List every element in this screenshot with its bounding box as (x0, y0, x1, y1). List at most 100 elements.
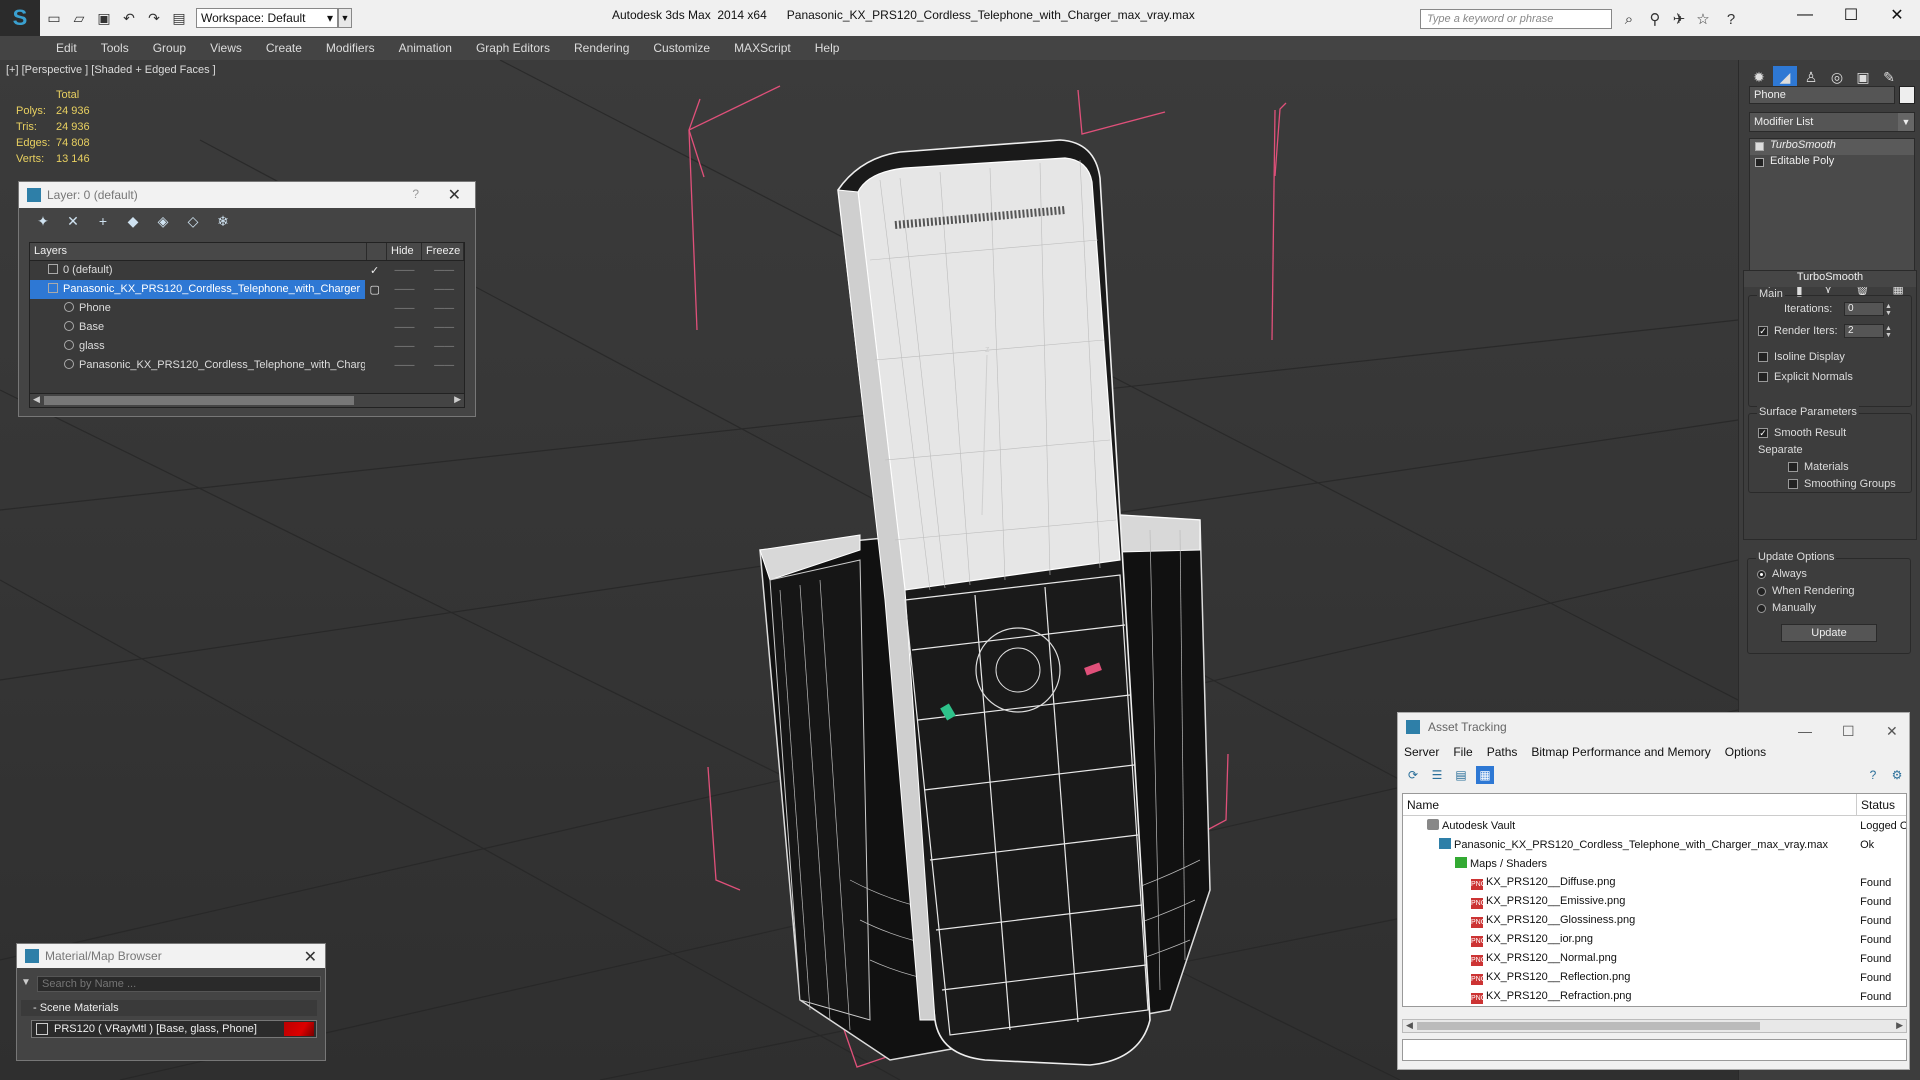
menu-maxscript[interactable]: MAXScript (734, 41, 791, 55)
asset-row[interactable]: PNGKX_PRS120__Diffuse.png Found (1403, 873, 1906, 892)
current-layer-checkbox[interactable]: ▢ (365, 283, 385, 296)
table-view-icon[interactable]: ▦ (1476, 766, 1494, 784)
close-icon[interactable]: ✕ (1874, 0, 1920, 30)
asset-tracking-titlebar[interactable]: Asset Tracking — ☐ ✕ (1398, 713, 1909, 741)
always-row[interactable]: Always (1757, 568, 1807, 580)
manually-row[interactable]: Manually (1757, 602, 1816, 614)
menu-file[interactable]: File (1453, 745, 1472, 759)
asset-row[interactable]: Panasonic_KX_PRS120_Cordless_Telephone_w… (1403, 835, 1906, 854)
current-layer-checkmark[interactable]: ✓ (365, 264, 385, 277)
undo-icon[interactable]: ↶ (118, 7, 140, 29)
scroll-left-icon[interactable]: ◀ (33, 394, 40, 405)
highlight-layer-icon[interactable]: ◈ (151, 211, 175, 231)
scene-materials-group[interactable]: - Scene Materials (21, 1000, 317, 1016)
spinner-arrows-icon[interactable]: ▲ ▼ (1885, 325, 1893, 339)
layer-object-row[interactable]: Phone —— —— (30, 299, 464, 318)
menu-views[interactable]: Views (210, 41, 242, 55)
layer-object-row[interactable]: Panasonic_KX_PRS120_Cordless_Telephone_w… (30, 356, 464, 375)
col-hide[interactable]: Hide (387, 243, 422, 260)
modify-tab-icon[interactable]: ◢ (1773, 66, 1797, 88)
object-color-swatch[interactable] (1899, 86, 1915, 104)
stack-item-turbosmooth[interactable]: TurboSmooth (1750, 139, 1914, 155)
help-icon[interactable]: ? (412, 187, 419, 201)
workspace-menu-icon[interactable]: ▼ (338, 8, 352, 28)
scrollbar-thumb[interactable] (1417, 1022, 1760, 1030)
smooth-result-checkbox[interactable]: ✓ (1758, 428, 1768, 438)
object-name-field[interactable]: Phone (1749, 86, 1895, 104)
smooth-result-row[interactable]: ✓ Smooth Result (1758, 427, 1846, 439)
when-rendering-row[interactable]: When Rendering (1757, 585, 1855, 597)
project-folder-icon[interactable]: ▤ (168, 7, 190, 29)
hide-all-layers-icon[interactable]: ◇ (181, 211, 205, 231)
settings-icon[interactable]: ⚙ (1888, 766, 1906, 784)
layer-object-row[interactable]: glass —— —— (30, 337, 464, 356)
new-file-icon[interactable]: ▭ (43, 7, 65, 29)
menu-options[interactable]: Options (1725, 745, 1766, 759)
viewport-label[interactable]: [+] [Perspective ] [Shaded + Edged Faces… (6, 64, 216, 76)
hide-toggle[interactable]: —— (385, 322, 425, 333)
menu-bitmap-performance[interactable]: Bitmap Performance and Memory (1531, 745, 1710, 759)
hide-toggle[interactable]: —— (385, 360, 425, 371)
binoculars-icon[interactable]: ⌕ (1618, 8, 1640, 30)
render-iters-row[interactable]: ✓ Render Iters: (1758, 325, 1838, 337)
options-arrow-icon[interactable]: ▼ (21, 977, 31, 988)
create-tab-icon[interactable]: ✹ (1747, 66, 1771, 88)
lightbulb-icon[interactable] (1755, 142, 1764, 151)
col-current[interactable] (367, 243, 387, 260)
hide-toggle[interactable]: —— (385, 265, 425, 276)
help-icon[interactable]: ? (1720, 8, 1742, 30)
layer-row[interactable]: 0 (default) ✓ —— —— (30, 261, 464, 280)
col-layers[interactable]: Layers (30, 243, 367, 260)
add-to-layer-icon[interactable]: + (91, 211, 115, 231)
always-radio[interactable] (1757, 569, 1766, 579)
scroll-left-icon[interactable]: ◀ (1406, 1020, 1413, 1031)
scroll-right-icon[interactable]: ▶ (1896, 1020, 1903, 1031)
render-iters-checkbox[interactable]: ✓ (1758, 326, 1768, 336)
expand-icon[interactable] (1755, 158, 1764, 167)
freeze-toggle[interactable]: —— (424, 360, 464, 371)
maximize-icon[interactable]: ☐ (1828, 0, 1874, 30)
display-tab-icon[interactable]: ▣ (1851, 66, 1875, 88)
search-icon[interactable]: ⚲ (1644, 8, 1666, 30)
freeze-toggle[interactable]: —— (424, 303, 464, 314)
materials-checkbox[interactable] (1788, 462, 1798, 472)
menu-create[interactable]: Create (266, 41, 302, 55)
explicit-normals-checkbox[interactable] (1758, 372, 1768, 382)
freeze-all-layers-icon[interactable]: ❄ (211, 211, 235, 231)
asset-row[interactable]: PNGKX_PRS120__ior.png Found (1403, 930, 1906, 949)
menu-animation[interactable]: Animation (399, 41, 452, 55)
manually-radio[interactable] (1757, 603, 1766, 613)
freeze-toggle[interactable]: —— (424, 284, 464, 295)
help-icon[interactable]: ? (1864, 766, 1882, 784)
save-icon[interactable]: ▣ (93, 7, 115, 29)
open-file-icon[interactable]: ▱ (68, 7, 90, 29)
hierarchy-tab-icon[interactable]: ♙ (1799, 66, 1823, 88)
isoline-checkbox[interactable] (1758, 352, 1768, 362)
asset-row[interactable]: PNGKX_PRS120__Emissive.png Found (1403, 892, 1906, 911)
select-in-layer-icon[interactable]: ◆ (121, 211, 145, 231)
close-icon[interactable]: ✕ (448, 185, 461, 205)
isoline-row[interactable]: Isoline Display (1758, 351, 1845, 363)
menu-help[interactable]: Help (815, 41, 840, 55)
hide-toggle[interactable]: —— (385, 303, 425, 314)
menu-graph-editors[interactable]: Graph Editors (476, 41, 550, 55)
when-rendering-radio[interactable] (1757, 586, 1766, 596)
rollout-title[interactable]: TurboSmooth (1744, 271, 1916, 287)
menu-modifiers[interactable]: Modifiers (326, 41, 375, 55)
asset-row[interactable]: PNGKX_PRS120__Reflection.png Found (1403, 968, 1906, 987)
stack-item-editable-poly[interactable]: Editable Poly (1750, 155, 1914, 171)
render-iters-spinner[interactable]: 2 ▲ ▼ (1844, 324, 1892, 339)
spinner-arrows-icon[interactable]: ▲ ▼ (1885, 303, 1893, 317)
close-icon[interactable]: ✕ (304, 946, 317, 970)
app-logo-icon[interactable]: S (0, 0, 40, 36)
col-freeze[interactable]: Freeze (422, 243, 464, 260)
freeze-toggle[interactable]: —— (424, 322, 464, 333)
col-name[interactable]: Name (1403, 794, 1857, 815)
thumbnail-view-icon[interactable]: ▤ (1452, 766, 1470, 784)
create-layer-icon[interactable]: ✦ (31, 211, 55, 231)
layer-horizontal-scrollbar[interactable]: ◀ ▶ (30, 393, 464, 407)
asset-row[interactable]: PNGKX_PRS120__Normal.png Found (1403, 949, 1906, 968)
menu-edit[interactable]: Edit (56, 41, 77, 55)
smoothing-groups-row[interactable]: Smoothing Groups (1788, 478, 1896, 490)
asset-row[interactable]: PNGKX_PRS120__Refraction.png Found (1403, 987, 1906, 1006)
